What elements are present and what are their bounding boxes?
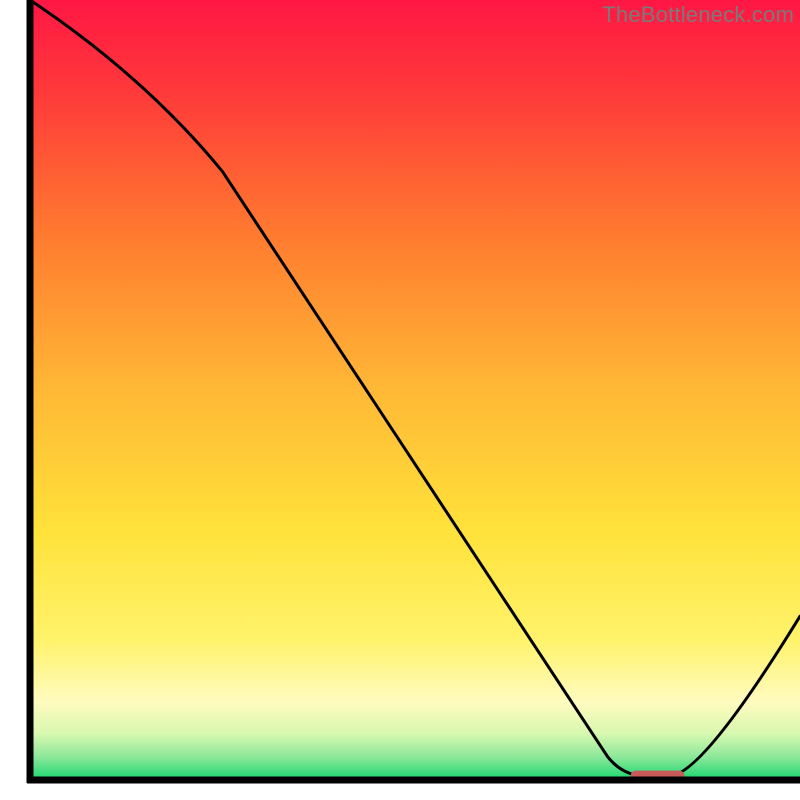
watermark-text: TheBottleneck.com <box>602 2 794 28</box>
bottleneck-chart <box>0 0 800 800</box>
chart-container: TheBottleneck.com <box>0 0 800 800</box>
chart-background-gradient <box>30 0 800 780</box>
